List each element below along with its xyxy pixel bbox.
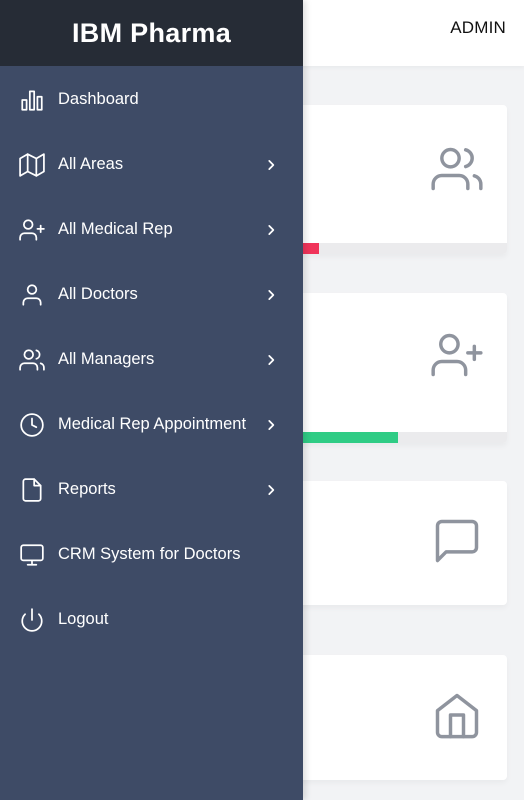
menu-item-crm-system[interactable]: CRM System for Doctors bbox=[0, 522, 303, 587]
menu-item-reports[interactable]: Reports bbox=[0, 457, 303, 522]
drawer-header: IBM Pharma bbox=[0, 0, 303, 66]
navigation-drawer: IBM Pharma Dashboard All Areas All Medic… bbox=[0, 0, 303, 800]
chevron-right-icon bbox=[268, 419, 275, 430]
menu-item-label: Medical Rep Appointment bbox=[58, 415, 247, 433]
menu-item-label: Logout bbox=[58, 610, 109, 628]
power-icon bbox=[21, 607, 43, 632]
menu-item-label: All Managers bbox=[58, 350, 155, 368]
clock-icon bbox=[20, 412, 44, 437]
user-plus-icon bbox=[431, 333, 483, 377]
drawer-menu: Dashboard All Areas All Medical Rep All … bbox=[0, 67, 303, 652]
chevron-right-icon bbox=[268, 224, 275, 235]
bar-chart-icon bbox=[21, 89, 43, 111]
menu-item-label: CRM System for Doctors bbox=[58, 545, 241, 563]
menu-item-all-doctors[interactable]: All Doctors bbox=[0, 262, 303, 327]
menu-item-medical-rep-appointment[interactable]: Medical Rep Appointment bbox=[0, 392, 303, 457]
users-icon bbox=[19, 348, 45, 371]
monitor-icon bbox=[20, 543, 44, 566]
menu-item-all-medical-rep[interactable]: All Medical Rep bbox=[0, 197, 303, 262]
menu-item-label: All Medical Rep bbox=[58, 220, 173, 238]
chevron-right-icon bbox=[268, 159, 275, 170]
menu-item-all-managers[interactable]: All Managers bbox=[0, 327, 303, 392]
menu-item-label: Dashboard bbox=[58, 90, 139, 108]
menu-item-dashboard[interactable]: Dashboard bbox=[0, 67, 303, 132]
home-icon bbox=[435, 693, 479, 739]
user-plus-icon bbox=[19, 218, 45, 241]
brand-title: IBM Pharma bbox=[71, 17, 232, 48]
file-icon bbox=[22, 477, 42, 502]
chevron-right-icon bbox=[268, 484, 275, 495]
menu-item-all-areas[interactable]: All Areas bbox=[0, 132, 303, 197]
user-icon bbox=[22, 283, 42, 306]
menu-item-label: Reports bbox=[58, 480, 116, 498]
chevron-right-icon bbox=[268, 354, 275, 365]
message-square-icon bbox=[435, 519, 479, 563]
user-menu-label[interactable]: ADMIN bbox=[450, 18, 506, 38]
menu-item-logout[interactable]: Logout bbox=[0, 587, 303, 652]
chevron-right-icon bbox=[268, 289, 275, 300]
menu-item-label: All Doctors bbox=[58, 285, 138, 303]
map-icon bbox=[19, 152, 45, 177]
users-icon bbox=[431, 147, 483, 191]
menu-item-label: All Areas bbox=[58, 155, 124, 173]
